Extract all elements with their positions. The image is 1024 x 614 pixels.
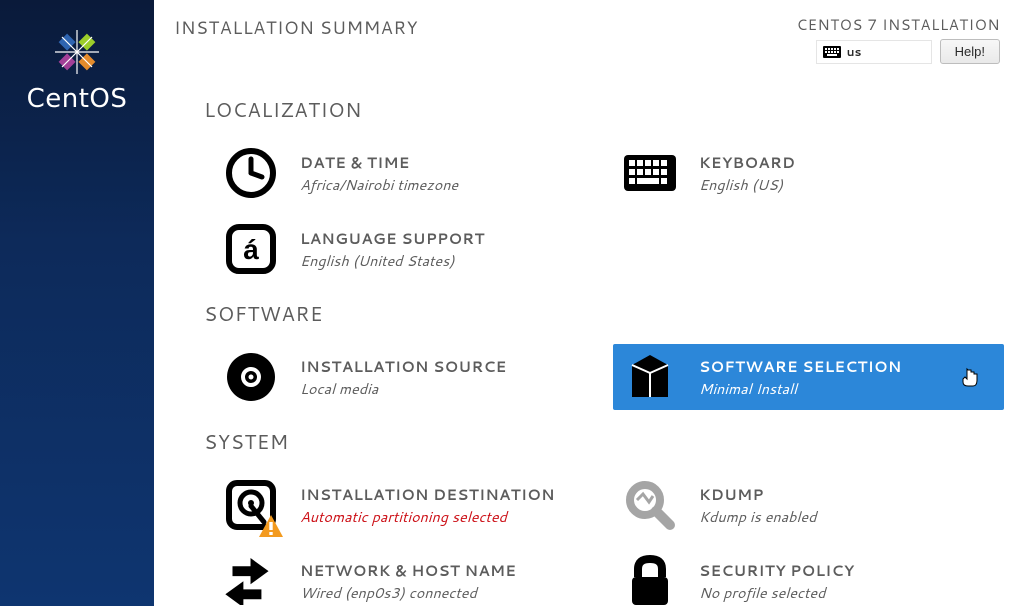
warning-icon bbox=[258, 514, 284, 538]
spoke-title: DATE & TIME bbox=[300, 152, 595, 173]
spoke-status: Automatic partitioning selected bbox=[300, 506, 595, 527]
spoke-installation-destination[interactable]: INSTALLATION DESTINATION Automatic parti… bbox=[214, 472, 605, 538]
magnifier-icon bbox=[623, 478, 677, 532]
spoke-status: Africa/Nairobi timezone bbox=[300, 174, 595, 195]
keyboard-layout-indicator[interactable]: us bbox=[816, 40, 932, 64]
spoke-keyboard[interactable]: KEYBOARD English (US) bbox=[613, 140, 1004, 206]
spoke-software-selection[interactable]: SOFTWARE SELECTION Minimal Install bbox=[613, 344, 1004, 410]
spoke-kdump[interactable]: KDUMP Kdump is enabled bbox=[613, 472, 1004, 538]
spoke-status: English (United States) bbox=[300, 250, 595, 271]
brand-name: CentOS bbox=[27, 84, 128, 114]
help-button[interactable]: Help! bbox=[940, 39, 1000, 64]
installer-name: CENTOS 7 INSTALLATION bbox=[797, 14, 1000, 35]
keyboard-icon bbox=[623, 146, 677, 200]
spoke-status: English (US) bbox=[699, 174, 994, 195]
spoke-status: Kdump is enabled bbox=[699, 506, 994, 527]
spoke-language-support[interactable]: á LANGUAGE SUPPORT English (United State… bbox=[214, 216, 605, 282]
spoke-title: SECURITY POLICY bbox=[699, 560, 994, 581]
section-localization-title: LOCALIZATION bbox=[204, 96, 1004, 124]
page-title: INSTALLATION SUMMARY bbox=[174, 14, 418, 40]
network-arrows-icon bbox=[224, 554, 278, 608]
section-software-title: SOFTWARE bbox=[204, 300, 1004, 328]
spoke-network-hostname[interactable]: NETWORK & HOST NAME Wired (enp0s3) conne… bbox=[214, 548, 605, 614]
spoke-status: Minimal Install bbox=[699, 378, 980, 399]
lock-icon bbox=[623, 554, 677, 608]
language-icon: á bbox=[224, 222, 278, 276]
spoke-status: No profile selected bbox=[699, 582, 994, 603]
spoke-status: Wired (enp0s3) connected bbox=[300, 582, 595, 603]
spoke-installation-source[interactable]: INSTALLATION SOURCE Local media bbox=[214, 344, 605, 410]
sidebar: CentOS bbox=[0, 0, 154, 606]
harddisk-icon bbox=[224, 478, 278, 532]
spoke-title: INSTALLATION DESTINATION bbox=[300, 484, 595, 505]
pointer-cursor-icon bbox=[962, 367, 980, 387]
centos-logo-icon bbox=[53, 28, 101, 76]
spoke-title: NETWORK & HOST NAME bbox=[300, 560, 595, 581]
topbar: INSTALLATION SUMMARY CENTOS 7 INSTALLATI… bbox=[170, 0, 1004, 88]
package-icon bbox=[623, 350, 677, 404]
spoke-title: INSTALLATION SOURCE bbox=[300, 356, 595, 377]
keyboard-mini-icon bbox=[823, 46, 841, 58]
clock-icon bbox=[224, 146, 278, 200]
disc-icon bbox=[224, 350, 278, 404]
spoke-security-policy[interactable]: SECURITY POLICY No profile selected bbox=[613, 548, 1004, 614]
spoke-date-time[interactable]: DATE & TIME Africa/Nairobi timezone bbox=[214, 140, 605, 206]
section-system-title: SYSTEM bbox=[204, 428, 1004, 456]
spoke-title: SOFTWARE SELECTION bbox=[699, 356, 980, 377]
spoke-status: Local media bbox=[300, 378, 595, 399]
main-content: INSTALLATION SUMMARY CENTOS 7 INSTALLATI… bbox=[154, 0, 1024, 606]
svg-text:á: á bbox=[243, 234, 259, 265]
spoke-title: KEYBOARD bbox=[699, 152, 994, 173]
spoke-title: LANGUAGE SUPPORT bbox=[300, 228, 595, 249]
keyboard-layout-code: us bbox=[847, 43, 862, 60]
spoke-title: KDUMP bbox=[699, 484, 994, 505]
